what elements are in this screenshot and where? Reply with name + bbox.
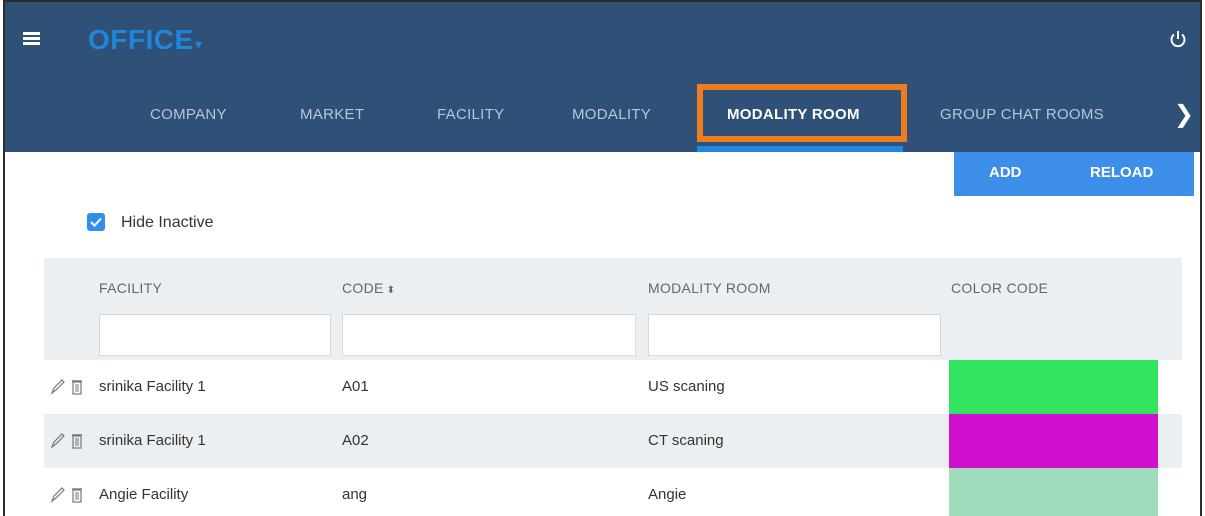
row-actions: [49, 485, 89, 505]
code-cell: A01: [342, 378, 369, 395]
facility-cell: srinika Facility 1: [99, 378, 206, 395]
modality-room-filter-input[interactable]: [648, 314, 941, 356]
active-tab-highlight: [697, 84, 907, 142]
facility-cell: srinika Facility 1: [99, 432, 206, 449]
code-cell: ang: [342, 486, 368, 503]
column-header-color-code[interactable]: COLOR CODE: [951, 280, 1048, 296]
row-actions: [49, 431, 89, 451]
reload-button[interactable]: RELOAD: [1090, 164, 1153, 181]
trash-icon[interactable]: [72, 380, 82, 395]
code-filter-input[interactable]: [342, 314, 636, 356]
color-code-swatch: [949, 414, 1158, 468]
app-dropdown-caret-icon[interactable]: ▾: [195, 36, 202, 53]
tab-modality[interactable]: MODALITY: [572, 106, 651, 136]
table-row[interactable]: srinika Facility 1 A02 CT scaning: [44, 414, 1182, 468]
power-icon[interactable]: [1168, 29, 1188, 49]
tab-facility[interactable]: FACILITY: [437, 106, 504, 136]
active-tab-underline: [697, 146, 903, 152]
table-header: FACILITY CODE ⬍ MODALITY ROOM COLOR CODE: [44, 258, 1182, 360]
column-header-code[interactable]: CODE ⬍: [342, 280, 395, 296]
facility-cell: Angie Facility: [99, 486, 189, 503]
table-row[interactable]: srinika Facility 1 A01 US scaning: [44, 360, 1182, 414]
edit-pencil-icon[interactable]: [50, 379, 65, 395]
trash-icon[interactable]: [72, 434, 82, 449]
hamburger-icon[interactable]: [23, 32, 40, 45]
code-cell: A02: [342, 432, 369, 449]
edit-pencil-icon[interactable]: [50, 487, 65, 503]
tab-group-chat-rooms[interactable]: GROUP CHAT ROOMS: [940, 106, 1104, 136]
modality-room-cell: CT scaning: [648, 432, 724, 449]
add-button[interactable]: ADD: [989, 164, 1022, 181]
color-code-swatch: [949, 360, 1158, 414]
table-row[interactable]: Angie Facility ang Angie: [44, 468, 1182, 516]
modality-room-cell: Angie: [648, 486, 687, 503]
tab-company[interactable]: COMPANY: [150, 106, 227, 136]
trash-icon[interactable]: [72, 488, 82, 503]
facility-filter-input[interactable]: [99, 314, 331, 356]
hide-inactive-checkbox[interactable]: [87, 213, 105, 231]
edit-pencil-icon[interactable]: [50, 433, 65, 449]
column-header-modality-room[interactable]: MODALITY ROOM: [648, 280, 771, 296]
main-tabs: COMPANY MARKET FACILITY MODALITY MODALIT…: [5, 90, 1200, 152]
sort-icon[interactable]: ⬍: [387, 285, 396, 296]
tab-market[interactable]: MARKET: [300, 106, 364, 136]
app-title[interactable]: OFFICE: [88, 24, 194, 56]
checkmark-icon: [90, 217, 102, 227]
top-navbar: OFFICE ▾ COMPANY MARKET FACILITY MODALIT…: [5, 2, 1200, 152]
app-window: OFFICE ▾ COMPANY MARKET FACILITY MODALIT…: [3, 0, 1202, 516]
modality-room-cell: US scaning: [648, 378, 725, 395]
column-header-facility[interactable]: FACILITY: [99, 280, 162, 296]
chevron-right-icon[interactable]: ❯: [1174, 100, 1194, 129]
color-code-swatch: [949, 468, 1158, 516]
toolbar: ADD RELOAD: [954, 152, 1194, 196]
hide-inactive-label: Hide Inactive: [121, 214, 214, 231]
row-actions: [49, 377, 89, 397]
